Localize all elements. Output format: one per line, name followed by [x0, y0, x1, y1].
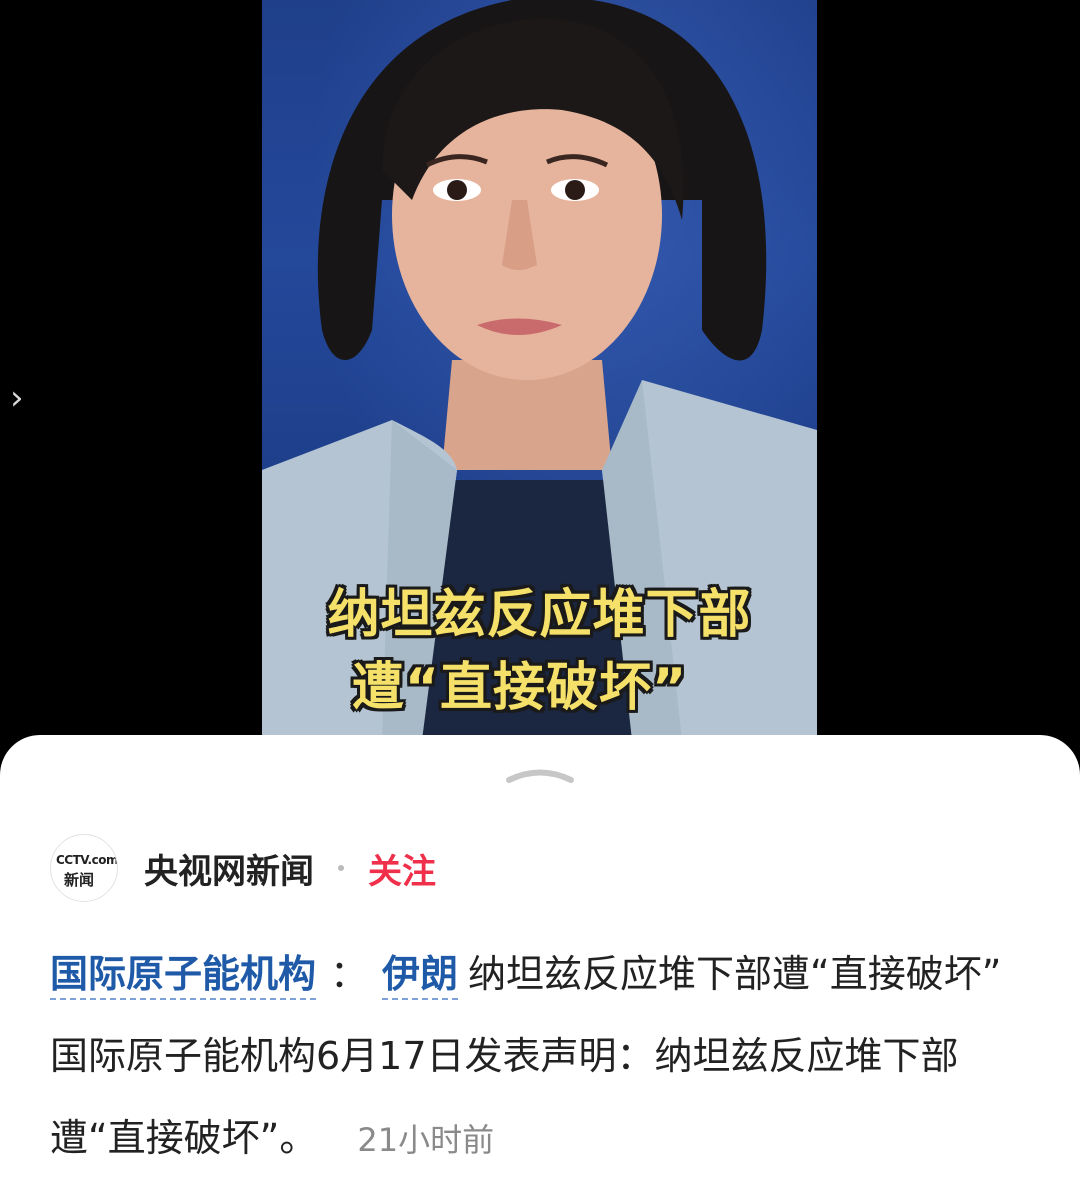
screen: 纳坦兹反应堆下部 遭“直接破坏” › CCTV.com 新闻 央视网新闻 关注 … [0, 0, 1080, 1186]
chevron-up-icon[interactable] [505, 763, 575, 785]
chevron-right-icon[interactable]: › [10, 378, 40, 418]
post-text: 国际原子能机构：伊朗 纳坦兹反应堆下部遭“直接破坏” 国际原子能机构6月17日发表… [50, 933, 1040, 1181]
avatar[interactable]: CCTV.com 新闻 [50, 834, 118, 902]
author-name[interactable]: 央视网新闻 [144, 844, 314, 893]
video-caption-line2: 遭“直接破坏” [351, 658, 688, 718]
video-caption-line1: 纳坦兹反应堆下部 [327, 585, 752, 645]
tag-separator: ： [330, 952, 369, 996]
follow-button[interactable]: 关注 [368, 844, 436, 893]
avatar-logo-text: CCTV.com [56, 853, 118, 867]
author-row: CCTV.com 新闻 央视网新闻 关注 [50, 833, 436, 903]
video-player[interactable]: 纳坦兹反应堆下部 遭“直接破坏” [262, 0, 817, 740]
separator-dot [338, 865, 344, 871]
topic-tag-iran[interactable]: 伊朗 [382, 952, 459, 1000]
post-time: 21小时前 [357, 1121, 495, 1159]
bottom-sheet: CCTV.com 新闻 央视网新闻 关注 国际原子能机构：伊朗 纳坦兹反应堆下部遭… [0, 735, 1080, 1186]
avatar-logo-subtext: 新闻 [64, 871, 95, 889]
topic-tag-iaea[interactable]: 国际原子能机构 [50, 952, 317, 1000]
